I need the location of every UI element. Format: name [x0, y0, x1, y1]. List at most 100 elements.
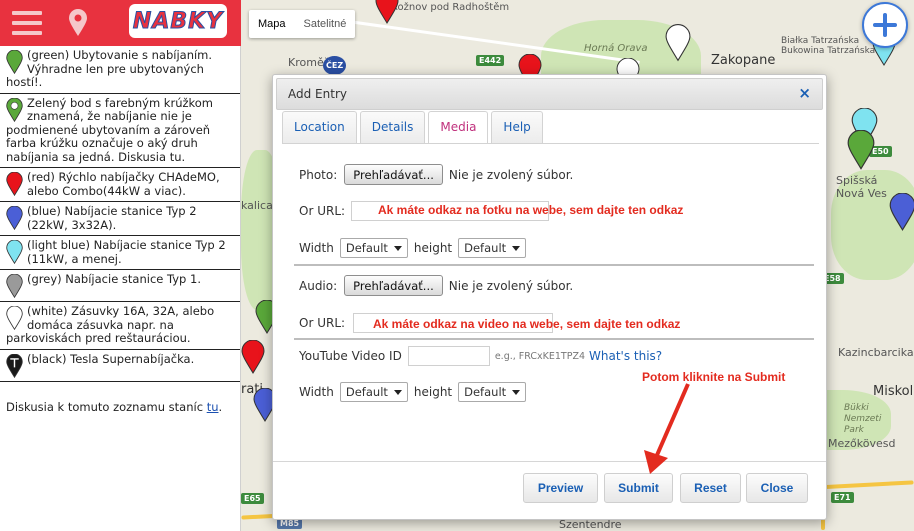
hamburger-menu-icon[interactable] — [12, 11, 42, 35]
youtube-row: YouTube Video ID e.g., FRCxKE1TPZ4 What'… — [299, 346, 662, 366]
legend-text: (blue) Nabíjacie stanice Typ 2 (22kW, 3x… — [27, 204, 197, 232]
legend-item: (light blue) Nabíjacie stanice Typ 2 (11… — [0, 236, 240, 270]
legend-text: (black) Tesla Supernabíjačka. — [27, 351, 195, 366]
marker-pin-icon — [6, 49, 23, 75]
map-label-horna-orava: Horná Orava — [584, 43, 648, 54]
audio-row: Audio: Prehľadávať... Nie je zvolený súb… — [299, 275, 573, 296]
road-shield-e71: E71 — [831, 492, 854, 503]
preview-button[interactable]: Preview — [523, 473, 598, 503]
dialog-header: Add Entry × — [276, 78, 823, 110]
youtube-label: YouTube Video ID — [299, 349, 402, 363]
marker-pin-icon — [6, 97, 23, 122]
youtube-example: e.g., FRCxKE1TPZ4 — [494, 350, 585, 362]
map-label-spisska: Spišská Nová Ves — [836, 174, 887, 200]
close-icon[interactable]: × — [798, 84, 811, 102]
map-label-roznov: Rožnov pod Radhoštěm — [391, 2, 510, 13]
close-button[interactable]: Close — [746, 473, 808, 503]
map-type-control[interactable]: Mapa Satelitné — [249, 10, 356, 38]
chevron-down-icon — [393, 389, 402, 395]
discussion-note: Diskusia k tomuto zoznamu staníc tu. — [6, 399, 223, 414]
reset-button[interactable]: Reset — [680, 473, 741, 503]
marker-pin-icon — [6, 171, 23, 197]
photo-height-label: height — [413, 241, 453, 255]
video-size-row: Width Default height Default — [299, 382, 532, 402]
tab-details[interactable]: Details — [359, 111, 426, 143]
cez-logo: ČEZ — [323, 56, 347, 75]
whats-this-link[interactable]: What's this? — [589, 349, 662, 363]
audio-no-file: Nie je zvolený súbor. — [448, 278, 574, 293]
legend-item: (blue) Nabíjacie stanice Typ 2 (22kW, 3x… — [0, 202, 240, 236]
legend-item: (green) Ubytovanie s nabíjaním. Výhradne… — [0, 46, 240, 94]
legend-text: (light blue) Nabíjacie stanice Typ 2 (11… — [27, 238, 226, 266]
chevron-down-icon — [512, 389, 521, 395]
legend-text: (grey) Nabíjacie stanice Typ 1. — [27, 272, 201, 286]
map-label-bialka: Białka Tatrzańska — [781, 36, 860, 46]
chevron-down-icon — [393, 245, 402, 251]
photo-no-file: Nie je zvolený súbor. — [448, 167, 574, 182]
photo-url-hint: Ak máte odkaz na fotku na webe, sem dajt… — [378, 203, 684, 217]
photo-width-select[interactable]: Default — [339, 238, 408, 258]
map-label-kalica: kalica — [241, 199, 273, 212]
photo-browse-button[interactable]: Prehľadávať... — [344, 164, 443, 185]
legend-text: (red) Rýchlo nabíjačky CHAdeMO, alebo Co… — [27, 170, 220, 198]
dialog-title: Add Entry — [288, 87, 347, 101]
map-label-bukowina: Bukowina Tatrzańska — [781, 46, 876, 56]
map-pin-white[interactable] — [665, 24, 691, 62]
tab-help[interactable]: Help — [491, 111, 543, 143]
video-height-select[interactable]: Default — [458, 382, 527, 402]
tab-location[interactable]: Location — [282, 111, 357, 143]
photo-url-label: Or URL: — [299, 204, 346, 218]
submit-button[interactable]: Submit — [604, 473, 673, 503]
video-url-hint: Ak máte odkaz na video na webe, sem dajt… — [373, 317, 681, 331]
legend-text: (green) Ubytovanie s nabíjaním. Výhradne… — [6, 48, 213, 89]
youtube-id-input[interactable] — [407, 346, 490, 366]
video-width-select[interactable]: Default — [339, 382, 408, 402]
map-label-mezokovesd: Mezőkövesd — [828, 437, 896, 450]
marker-pin-icon — [6, 273, 23, 299]
map-label-miskolc: Miskol — [873, 384, 914, 399]
location-pin-icon[interactable] — [68, 9, 88, 37]
marker-pin-icon — [6, 239, 23, 265]
audio-label: Audio: — [299, 278, 338, 293]
map-pin-green[interactable] — [847, 129, 875, 170]
map-label-zakopane: Zakopane — [711, 53, 776, 68]
road-shield-e442: E442 — [476, 55, 505, 66]
map-pin-red-left[interactable] — [241, 339, 265, 374]
photo-row: Photo: Prehľadávať... Nie je zvolený súb… — [299, 164, 573, 185]
marker-pin-icon — [6, 305, 23, 331]
dialog-tabs: Location Details Media Help — [282, 111, 546, 144]
map-label-kazincbarcika: Kazincbarcika — [838, 346, 914, 359]
add-entry-dialog: Add Entry × Location Details Media Help … — [272, 74, 827, 520]
app-header: NABKY — [0, 0, 241, 46]
legend-sidebar: (green) Ubytovanie s nabíjaním. Výhradne… — [0, 46, 241, 531]
chevron-down-icon — [512, 245, 521, 251]
photo-label: Photo: — [299, 167, 338, 182]
map-pin-blue[interactable] — [889, 192, 914, 231]
media-panel: Photo: Prehľadávať... Nie je zvolený súb… — [282, 143, 819, 463]
arrow-icon — [644, 383, 690, 474]
audio-browse-button[interactable]: Prehľadávať... — [344, 275, 443, 296]
legend-text: (white) Zásuvky 16A, 32A, alebo domáca z… — [6, 304, 215, 345]
section-divider — [294, 264, 814, 266]
map-type-satellite-button[interactable]: Satelitné — [295, 10, 356, 38]
discussion-link[interactable]: tu — [207, 400, 219, 414]
map-type-map-button[interactable]: Mapa — [249, 10, 295, 38]
photo-size-row: Width Default height Default — [299, 238, 532, 258]
marker-pin-icon — [6, 353, 23, 378]
add-entry-plus-icon[interactable] — [862, 2, 908, 48]
road-shield-e65: E65 — [241, 493, 264, 504]
legend-item: (black) Tesla Supernabíjačka. — [0, 350, 240, 382]
legend-text: Zelený bod s farebným krúžkom znamená, ž… — [6, 95, 214, 164]
map-label-bukki: Bükki Nemzeti Park — [844, 403, 882, 435]
legend-item: (grey) Nabíjacie stanice Typ 1. — [0, 270, 240, 302]
tab-media[interactable]: Media — [428, 111, 489, 144]
map-pin-red[interactable] — [375, 0, 399, 24]
video-url-label: Or URL: — [299, 316, 346, 330]
nabky-logo[interactable]: NABKY — [129, 4, 227, 38]
photo-width-label: Width — [299, 241, 334, 255]
video-width-label: Width — [299, 385, 334, 399]
legend-item: Zelený bod s farebným krúžkom znamená, ž… — [0, 94, 240, 168]
marker-pin-icon — [6, 205, 23, 231]
legend-item: (white) Zásuvky 16A, 32A, alebo domáca z… — [0, 302, 240, 350]
photo-height-select[interactable]: Default — [458, 238, 527, 258]
